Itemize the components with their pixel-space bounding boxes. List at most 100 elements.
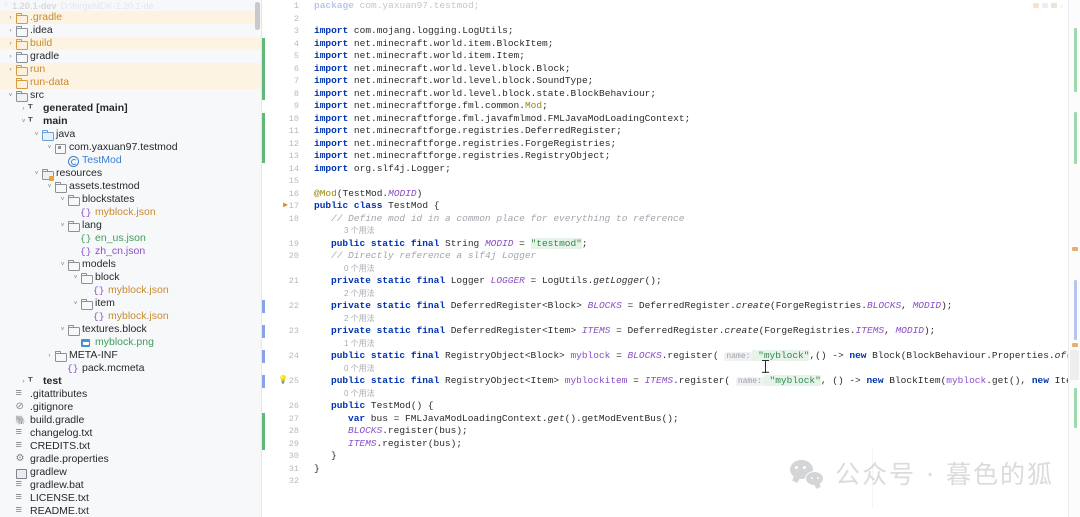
vcs-change-marker[interactable]: [262, 137, 265, 150]
line-number-gutter[interactable]: 16: [262, 188, 308, 201]
code-line[interactable]: 23 private static final DeferredRegister<…: [262, 325, 1080, 338]
line-number-gutter[interactable]: 3: [262, 25, 308, 38]
code-text[interactable]: import net.minecraft.world.item.BlockIte…: [308, 38, 1080, 51]
chevron-down-icon[interactable]: ˅: [45, 141, 54, 154]
marker-warning-2[interactable]: [1072, 343, 1078, 347]
intention-bulb-icon[interactable]: 💡: [278, 376, 288, 386]
line-number-gutter[interactable]: ▶ 17: [262, 200, 308, 213]
line-number-gutter[interactable]: 9: [262, 100, 308, 113]
line-number-gutter[interactable]: 15: [262, 175, 308, 188]
chevron-right-icon[interactable]: ›: [6, 11, 15, 24]
vcs-change-marker[interactable]: [262, 300, 265, 313]
line-number-gutter[interactable]: 6: [262, 62, 308, 75]
code-text[interactable]: import net.minecraft.world.level.block.B…: [308, 63, 1080, 76]
marker-vcs-green-1[interactable]: [1074, 28, 1077, 92]
chevron-right-icon[interactable]: ›: [6, 63, 15, 76]
code-text[interactable]: package com.yaxuan97.testmod;: [308, 0, 1080, 13]
line-number-gutter[interactable]: 13: [262, 150, 308, 163]
tree-item-myblock-json[interactable]: myblock.json: [0, 206, 262, 219]
line-number-gutter[interactable]: 24: [262, 350, 308, 363]
code-lines-container[interactable]: 1 package com.yaxuan97.testmod; 2 3 import c…: [262, 0, 1080, 517]
line-number-gutter[interactable]: 10: [262, 112, 308, 125]
code-line[interactable]: 1 package com.yaxuan97.testmod;: [262, 0, 1080, 13]
tree-item-resources[interactable]: ˅ resources: [0, 167, 262, 181]
vcs-change-marker[interactable]: [262, 75, 265, 88]
usage-hint[interactable]: 0 个用法: [262, 388, 1080, 401]
usage-hint[interactable]: 0 个用法: [262, 263, 1080, 276]
marker-vcs-green-3[interactable]: [1074, 388, 1077, 428]
chevron-down-icon[interactable]: ˅: [4, 2, 8, 9]
code-line[interactable]: 10 import net.minecraftforge.fml.javafmlm…: [262, 112, 1080, 126]
tree-item-test[interactable]: ›test: [0, 375, 262, 388]
code-text[interactable]: import com.mojang.logging.LogUtils;: [308, 25, 1080, 38]
code-line[interactable]: 26 public TestMod() {: [262, 400, 1080, 413]
project-root-header[interactable]: ˅ 1.20.1-dev D:\forgeMDK-1.20.1-de: [0, 0, 262, 11]
line-number-gutter[interactable]: 19: [262, 238, 308, 251]
code-line[interactable]: 3 import com.mojang.logging.LogUtils;: [262, 25, 1080, 38]
marker-vcs-green-2[interactable]: [1074, 112, 1077, 164]
code-text[interactable]: import net.minecraftforge.fml.common.Mod…: [308, 100, 1080, 113]
chevron-down-icon[interactable]: ˅: [45, 180, 54, 193]
code-text[interactable]: }: [308, 450, 1080, 463]
code-text[interactable]: private static final DeferredRegister<It…: [308, 325, 1080, 338]
tree-item-build[interactable]: › build: [0, 37, 262, 50]
marker-vcs-blue[interactable]: [1074, 280, 1077, 340]
code-line[interactable]: 7 import net.minecraft.world.level.block.…: [262, 75, 1080, 88]
line-number-gutter[interactable]: 27: [262, 412, 308, 425]
tree-item-credits-txt[interactable]: CREDITS.txt: [0, 439, 262, 453]
code-text[interactable]: // Define mod id in a common place for e…: [308, 213, 1080, 226]
line-number-gutter[interactable]: 11: [262, 125, 308, 138]
marker-warning-1[interactable]: [1072, 247, 1078, 251]
tree-item-generated-main[interactable]: › generated [main]: [0, 102, 262, 115]
code-text[interactable]: import net.minecraftforge.fml.javafmlmod…: [308, 113, 1080, 126]
line-number-gutter[interactable]: 18: [262, 213, 308, 226]
tree-item-gitattributes[interactable]: .gitattributes: [0, 387, 262, 401]
tree-item-com-yaxuan97-testmod[interactable]: ˅ com.yaxuan97.testmod: [0, 141, 262, 154]
tree-item-en-us-json[interactable]: en_us.json: [0, 232, 262, 245]
tree-item-gradlew[interactable]: gradlew: [0, 466, 262, 479]
chevron-right-icon[interactable]: ›: [45, 349, 54, 362]
tree-item-gradle-properties[interactable]: gradle.properties: [0, 452, 262, 466]
line-number-gutter[interactable]: 29: [262, 437, 308, 450]
code-line[interactable]: 21 private static final Logger LOGGER = L…: [262, 275, 1080, 288]
code-line[interactable]: 28 BLOCKS.register(bus);: [262, 425, 1080, 438]
project-tool-window[interactable]: ˅ 1.20.1-dev D:\forgeMDK-1.20.1-de › .gra…: [0, 0, 262, 517]
tree-item-item[interactable]: ˅ item: [0, 297, 262, 310]
line-number-gutter[interactable]: 20: [262, 250, 308, 263]
tree-item-build-gradle[interactable]: build.gradle: [0, 414, 262, 427]
code-line[interactable]: 9 import net.minecraftforge.fml.common.Mo…: [262, 100, 1080, 113]
code-text[interactable]: public static final RegistryObject<Block…: [308, 349, 1080, 364]
code-line[interactable]: 💡 25 public static final RegistryObject<It…: [262, 374, 1080, 388]
code-text[interactable]: // Directly reference a slf4j Logger: [308, 250, 1080, 263]
code-text[interactable]: @Mod(TestMod.MODID): [308, 188, 1080, 201]
line-number-gutter[interactable]: 28: [262, 425, 308, 438]
tree-item-gradle[interactable]: › gradle: [0, 50, 262, 63]
code-text[interactable]: var bus = FMLJavaModLoadingContext.get()…: [308, 413, 1080, 426]
code-text[interactable]: import net.minecraft.world.level.block.s…: [308, 88, 1080, 101]
tree-item-idea[interactable]: › .idea: [0, 24, 262, 37]
line-number-gutter[interactable]: 💡 25: [262, 375, 308, 388]
line-number-gutter[interactable]: 8: [262, 87, 308, 100]
inspection-widget[interactable]: ⌄: [1032, 1, 1064, 10]
line-number-gutter[interactable]: 21: [262, 275, 308, 288]
code-line[interactable]: 22 private static final DeferredRegister<…: [262, 300, 1080, 313]
code-line[interactable]: 14 import org.slf4j.Logger;: [262, 163, 1080, 176]
line-number-gutter[interactable]: 26: [262, 400, 308, 413]
tree-item-run[interactable]: › run: [0, 63, 262, 76]
line-number-gutter[interactable]: 12: [262, 137, 308, 150]
vcs-change-marker[interactable]: [262, 125, 265, 138]
usage-hint[interactable]: 2 个用法: [262, 313, 1080, 326]
tree-item-gitignore[interactable]: .gitignore: [0, 400, 262, 414]
tree-item-src[interactable]: ˅ src: [0, 89, 262, 102]
code-text[interactable]: ITEMS.register(bus);: [308, 438, 1080, 451]
usage-hint[interactable]: 2 个用法: [262, 288, 1080, 301]
code-line[interactable]: 31}: [262, 463, 1080, 476]
tree-item-meta-inf[interactable]: › META-INF: [0, 349, 262, 362]
code-text[interactable]: import net.minecraftforge.registries.Reg…: [308, 150, 1080, 163]
chevron-down-icon[interactable]: ⌄: [1060, 1, 1064, 10]
code-text[interactable]: import net.minecraft.world.level.block.S…: [308, 75, 1080, 88]
tree-item-block[interactable]: ˅ block: [0, 271, 262, 284]
code-text[interactable]: public static final String MODID = "test…: [308, 237, 1080, 251]
tree-item-models[interactable]: ˅ models: [0, 258, 262, 271]
code-line[interactable]: 32: [262, 475, 1080, 488]
